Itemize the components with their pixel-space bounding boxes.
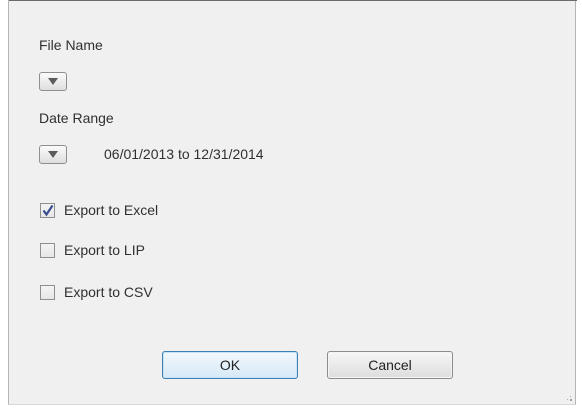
export-excel-label[interactable]: Export to Excel	[64, 202, 158, 218]
export-csv-label[interactable]: Export to CSV	[64, 284, 153, 300]
date-range-label: Date Range	[39, 110, 114, 126]
dialog-top-border	[9, 0, 577, 1]
date-range-dropdown-button[interactable]	[39, 145, 67, 164]
export-lip-checkbox[interactable]	[40, 243, 55, 258]
cancel-button[interactable]: Cancel	[327, 351, 453, 379]
export-excel-checkbox[interactable]	[40, 203, 55, 218]
file-name-label: File Name	[39, 37, 103, 53]
ok-button[interactable]: OK	[162, 351, 298, 379]
resize-grip-icon[interactable]	[566, 395, 572, 401]
date-range-value: 06/01/2013 to 12/31/2014	[104, 146, 264, 162]
triangle-down-icon	[48, 78, 58, 85]
check-icon	[42, 204, 54, 217]
export-csv-checkbox[interactable]	[40, 285, 55, 300]
file-name-dropdown-button[interactable]	[39, 72, 67, 91]
export-dialog: File Name Date Range 06/01/2013 to 12/31…	[8, 0, 577, 405]
triangle-down-icon	[48, 151, 58, 158]
export-lip-label[interactable]: Export to LIP	[64, 242, 145, 258]
